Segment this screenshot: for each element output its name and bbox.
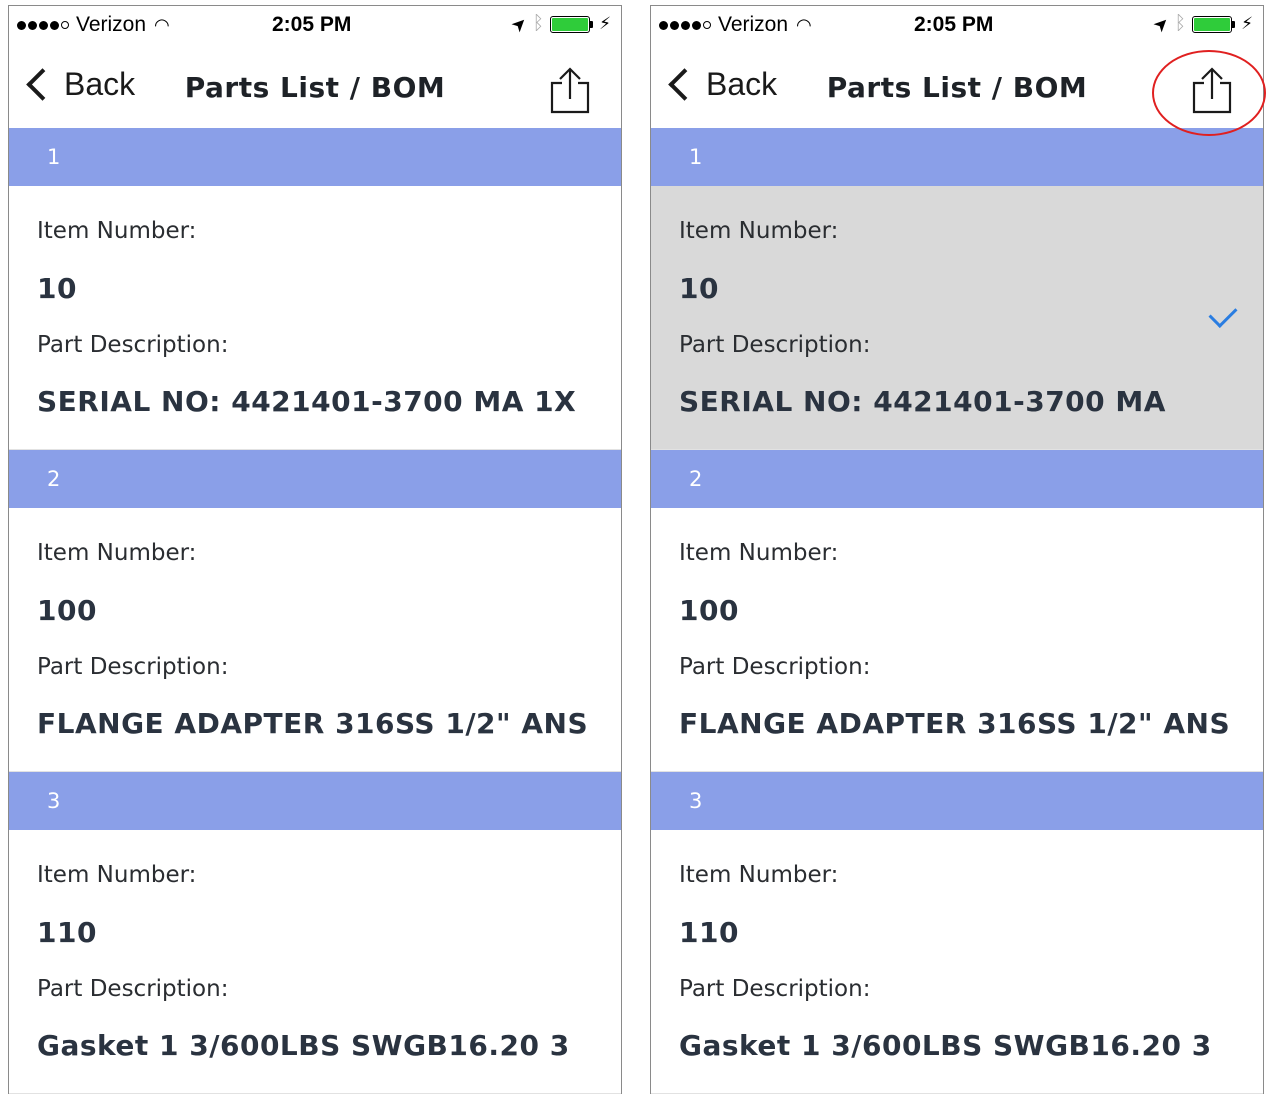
list-item[interactable]: Item Number: 100 Part Description: FLANG… bbox=[9, 508, 621, 772]
part-description-label: Part Description: bbox=[37, 654, 229, 680]
status-bar: Verizon ◠ 2:05 PM ➤ ᛒ ⚡︎ bbox=[9, 6, 621, 46]
section-header: 2 bbox=[9, 450, 621, 508]
item-number-label: Item Number: bbox=[37, 862, 197, 888]
item-number-value: 110 bbox=[679, 916, 739, 949]
battery-icon bbox=[1192, 15, 1236, 33]
share-button[interactable] bbox=[545, 66, 595, 114]
carrier-name: Verizon bbox=[76, 13, 147, 36]
signal-dot-empty bbox=[703, 21, 711, 29]
list-item[interactable]: Item Number: 110 Part Description: Gaske… bbox=[651, 830, 1263, 1094]
item-number-value: 10 bbox=[679, 272, 719, 305]
list-item[interactable]: Item Number: 100 Part Description: FLANG… bbox=[651, 508, 1263, 772]
item-number-value: 110 bbox=[37, 916, 97, 949]
section-header: 3 bbox=[651, 772, 1263, 830]
parts-list: 1 Item Number: 10 Part Description: SERI… bbox=[651, 128, 1263, 1094]
part-description-value: SERIAL NO: 4421401-3700 MA bbox=[679, 385, 1166, 418]
signal-dot bbox=[39, 20, 48, 30]
list-item[interactable]: Item Number: 10 Part Description: SERIAL… bbox=[9, 186, 621, 450]
item-number-label: Item Number: bbox=[679, 540, 839, 566]
status-right: ➤ ᛒ ⚡︎ bbox=[506, 11, 611, 36]
part-description-label: Part Description: bbox=[37, 332, 229, 358]
checkmark-icon bbox=[1208, 299, 1238, 328]
battery-cap bbox=[590, 20, 594, 28]
item-number-value: 10 bbox=[37, 272, 77, 305]
signal-strength: Verizon ◠ bbox=[659, 13, 812, 37]
item-number-label: Item Number: bbox=[679, 218, 839, 244]
share-button[interactable] bbox=[1187, 66, 1237, 114]
bluetooth-icon: ᛒ bbox=[532, 13, 545, 34]
signal-dot bbox=[670, 20, 679, 30]
part-description-value: Gasket 1 3/600LBS SWGB16.20 3 bbox=[37, 1029, 570, 1062]
charging-bolt-icon: ⚡︎ bbox=[1241, 14, 1253, 33]
location-arrow-icon: ➤ bbox=[1148, 11, 1174, 37]
item-number-value: 100 bbox=[37, 594, 97, 627]
section-header: 1 bbox=[9, 128, 621, 186]
signal-dot bbox=[28, 20, 37, 30]
phone-screen-right: Verizon ◠ 2:05 PM ➤ ᛒ ⚡︎ Back Parts List… bbox=[650, 5, 1264, 1094]
list-item-selected[interactable]: Item Number: 10 Part Description: SERIAL… bbox=[651, 186, 1263, 450]
list-item[interactable]: Item Number: 110 Part Description: Gaske… bbox=[9, 830, 621, 1094]
status-time: 2:05 PM bbox=[914, 13, 994, 36]
item-number-value: 100 bbox=[679, 594, 739, 627]
page-title: Parts List / BOM bbox=[184, 71, 446, 104]
signal-dot bbox=[50, 20, 59, 30]
battery-icon bbox=[550, 15, 594, 33]
status-time: 2:05 PM bbox=[272, 13, 352, 36]
phone-screen-left: Verizon ◠ 2:05 PM ➤ ᛒ ⚡︎ Back Parts List… bbox=[8, 5, 622, 1094]
share-icon bbox=[1192, 67, 1232, 114]
section-header: 1 bbox=[651, 128, 1263, 186]
item-number-label: Item Number: bbox=[679, 862, 839, 888]
section-header: 2 bbox=[651, 450, 1263, 508]
bluetooth-icon: ᛒ bbox=[1174, 13, 1187, 34]
signal-strength: Verizon ◠ bbox=[17, 13, 170, 37]
item-number-label: Item Number: bbox=[37, 218, 197, 244]
share-icon bbox=[550, 67, 590, 114]
part-description-value: SERIAL NO: 4421401-3700 MA 1X bbox=[37, 385, 577, 418]
part-description-value: FLANGE ADAPTER 316SS 1/2" ANS bbox=[37, 707, 589, 740]
battery-body bbox=[1192, 15, 1233, 33]
navigation-bar: Back Parts List / BOM bbox=[9, 46, 621, 128]
navigation-bar: Back Parts List / BOM bbox=[651, 46, 1263, 128]
battery-level bbox=[552, 17, 589, 31]
part-description-value: Gasket 1 3/600LBS SWGB16.20 3 bbox=[679, 1029, 1212, 1062]
battery-body bbox=[550, 15, 591, 33]
carrier-name: Verizon bbox=[718, 13, 789, 36]
page-title: Parts List / BOM bbox=[826, 71, 1088, 104]
signal-dot bbox=[692, 20, 701, 30]
part-description-label: Part Description: bbox=[679, 332, 871, 358]
charging-bolt-icon: ⚡︎ bbox=[599, 14, 611, 33]
signal-dot bbox=[681, 20, 690, 30]
status-bar: Verizon ◠ 2:05 PM ➤ ᛒ ⚡︎ bbox=[651, 6, 1263, 46]
part-description-label: Part Description: bbox=[679, 654, 871, 680]
wifi-icon: ◠ bbox=[154, 14, 170, 35]
battery-level bbox=[1194, 17, 1231, 31]
item-number-label: Item Number: bbox=[37, 540, 197, 566]
part-description-value: FLANGE ADAPTER 316SS 1/2" ANS bbox=[679, 707, 1231, 740]
section-header: 3 bbox=[9, 772, 621, 830]
battery-cap bbox=[1232, 20, 1236, 28]
signal-dots-icon bbox=[659, 20, 668, 30]
signal-dot-empty bbox=[61, 21, 69, 29]
part-description-label: Part Description: bbox=[679, 976, 871, 1002]
location-arrow-icon: ➤ bbox=[506, 11, 532, 37]
status-right: ➤ ᛒ ⚡︎ bbox=[1148, 11, 1253, 36]
signal-dots-icon bbox=[17, 20, 26, 30]
wifi-icon: ◠ bbox=[796, 14, 812, 35]
part-description-label: Part Description: bbox=[37, 976, 229, 1002]
parts-list: 1 Item Number: 10 Part Description: SERI… bbox=[9, 128, 621, 1094]
